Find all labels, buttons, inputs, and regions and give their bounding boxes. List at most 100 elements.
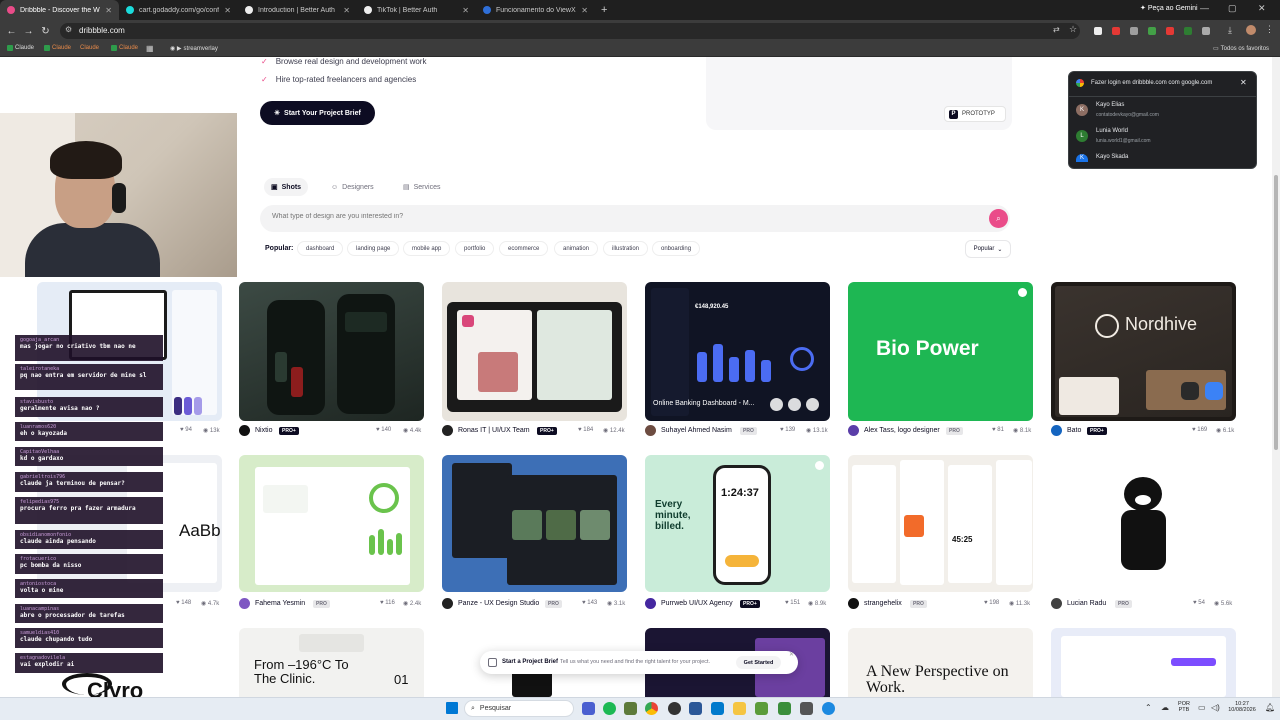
chevron-up-icon[interactable]: ⌃: [1145, 703, 1152, 712]
obs-icon[interactable]: [668, 702, 681, 715]
avatar[interactable]: [848, 425, 859, 436]
translate-icon[interactable]: ⇄: [1053, 25, 1060, 34]
file-explorer-icon[interactable]: [733, 702, 746, 715]
avatar[interactable]: [645, 425, 656, 436]
volume-icon[interactable]: ◁): [1211, 703, 1220, 712]
shot-card[interactable]: €148,920.45 Online Banking Dashboard - M…: [645, 282, 830, 421]
tab-designers[interactable]: ☺ Designers: [331, 181, 374, 193]
close-icon[interactable]: ✕: [789, 651, 794, 658]
sort-dropdown[interactable]: Popular ⌄: [965, 240, 1011, 258]
new-tab-button[interactable]: +: [595, 4, 613, 16]
tab-shots[interactable]: ▣ Shots: [271, 181, 301, 193]
app-icon[interactable]: [800, 702, 813, 715]
bookmark-claude[interactable]: Claude: [7, 45, 34, 51]
bookmark-claude[interactable]: Claude: [80, 45, 99, 51]
app-icon[interactable]: [689, 702, 702, 715]
chip-illustration[interactable]: illustration: [603, 241, 649, 256]
spotify-icon[interactable]: [603, 702, 616, 715]
avatar[interactable]: [645, 598, 656, 609]
designer-name[interactable]: Ronas IT | UI/UX Team: [458, 427, 530, 434]
designer-name[interactable]: Fahema Yesmin: [255, 600, 305, 607]
close-icon[interactable]: ✕: [1240, 78, 1247, 87]
tab-godaddy[interactable]: cart.godaddy.com/go/confirm ✕: [119, 0, 238, 20]
menu-icon[interactable]: ⋮: [1265, 24, 1274, 35]
shot-card[interactable]: Nordhive: [1051, 282, 1236, 421]
site-info-icon[interactable]: ⚙: [65, 25, 72, 34]
scrollbar-thumb[interactable]: [1274, 175, 1278, 450]
teams-icon[interactable]: [582, 702, 595, 715]
heart-icon[interactable]: [806, 398, 819, 411]
notification-icon[interactable]: 🔔︎: [1265, 703, 1275, 712]
star-icon[interactable]: ☆: [1069, 24, 1077, 35]
designer-name[interactable]: Bato: [1067, 427, 1081, 434]
chip-portfolio[interactable]: portfolio: [455, 241, 495, 256]
maximize-icon[interactable]: ▢: [1228, 3, 1237, 14]
tab-viewx[interactable]: Funcionamento do ViewX ✕: [476, 0, 595, 20]
taskbar-search[interactable]: ⌕ Pesquisar: [464, 700, 574, 717]
gemini-button[interactable]: ✦ Peça ao Gemini: [1140, 4, 1198, 12]
bookmark-claude[interactable]: Claude: [111, 45, 138, 51]
shot-card[interactable]: Bio Power: [848, 282, 1033, 421]
designer-name[interactable]: Panze - UX Design Studio: [458, 600, 539, 607]
designer-name[interactable]: Suhayel Ahmed Nasim: [661, 427, 732, 434]
close-window-icon[interactable]: ✕: [1258, 3, 1266, 14]
shot-card[interactable]: [239, 455, 424, 592]
address-bar[interactable]: [60, 23, 1080, 39]
extension-icon[interactable]: [1184, 27, 1192, 35]
reload-icon[interactable]: ↻: [37, 26, 54, 37]
avatar[interactable]: [848, 598, 859, 609]
shot-card[interactable]: [1051, 455, 1236, 592]
shot-card[interactable]: 45:25: [848, 455, 1033, 592]
chip-onboarding[interactable]: onboarding: [652, 241, 701, 256]
download-icon[interactable]: ⤓: [1228, 25, 1232, 36]
tab-better-auth[interactable]: Introduction | Better Auth ✕: [238, 0, 357, 20]
network-icon[interactable]: ▭: [1198, 703, 1206, 712]
designer-name[interactable]: Nixtio: [255, 427, 273, 434]
chip-landing-page[interactable]: landing page: [347, 241, 400, 256]
close-icon[interactable]: ✕: [224, 6, 231, 15]
extension-icon[interactable]: [1130, 27, 1138, 35]
all-favorites-folder[interactable]: ▭ Todos os favoritos: [1213, 45, 1269, 53]
vscode-icon[interactable]: [711, 702, 724, 715]
windows-start-icon[interactable]: [446, 702, 458, 714]
account-name[interactable]: Lunia World: [1096, 128, 1128, 134]
minecraft-icon[interactable]: [755, 702, 768, 715]
designer-name[interactable]: Purrweb UI/UX Agency: [661, 600, 733, 607]
minimize-icon[interactable]: —: [1200, 3, 1209, 13]
shot-card[interactable]: [1051, 628, 1236, 697]
extension-icon[interactable]: [1094, 27, 1102, 35]
app-icon[interactable]: [778, 702, 791, 715]
avatar[interactable]: L: [1076, 130, 1088, 142]
get-started-button[interactable]: Get Started: [736, 656, 781, 669]
search-button[interactable]: ⌕: [989, 209, 1008, 228]
extension-icon[interactable]: [1166, 27, 1174, 35]
apps-grid-icon[interactable]: ▦: [146, 44, 154, 53]
close-icon[interactable]: ✕: [105, 6, 112, 15]
cloud-icon[interactable]: ☁: [1161, 703, 1169, 712]
app-icon[interactable]: [822, 702, 835, 715]
avatar[interactable]: [1051, 598, 1062, 609]
forward-icon[interactable]: →: [20, 26, 37, 37]
shot-card[interactable]: A New Perspective on Work.: [848, 628, 1033, 697]
search-input[interactable]: [272, 213, 872, 220]
account-email[interactable]: contatodevkayo@gmail.com: [1096, 112, 1159, 118]
chip-ecommerce[interactable]: ecommerce: [499, 241, 549, 256]
shot-card[interactable]: [239, 282, 424, 421]
account-email[interactable]: lunia.world1@gmail.com: [1096, 138, 1151, 144]
bookmark-streamverlay[interactable]: ◉ ▶ streamverlay: [170, 45, 218, 53]
shot-card[interactable]: From –196°C To The Clinic. 01: [239, 628, 424, 697]
avatar[interactable]: [442, 425, 453, 436]
close-icon[interactable]: ✕: [343, 6, 350, 15]
chip-animation[interactable]: animation: [554, 241, 599, 256]
tab-dribbble[interactable]: Dribbble - Discover the World's ✕: [0, 0, 119, 20]
account-name[interactable]: Kayo Skada: [1096, 154, 1128, 160]
designer-name[interactable]: Alex Tass, logo designer: [864, 427, 940, 434]
extension-icon[interactable]: [1112, 27, 1120, 35]
avatar[interactable]: [239, 598, 250, 609]
start-project-brief-button[interactable]: ✳ Start Your Project Brief: [260, 101, 375, 125]
clock[interactable]: 10:27 10/08/2026: [1226, 701, 1258, 713]
close-icon[interactable]: ✕: [462, 6, 469, 15]
tab-tiktok-better-auth[interactable]: TikTok | Better Auth ✕: [357, 0, 476, 20]
chip-mobile-app[interactable]: mobile app: [403, 241, 451, 256]
account-name[interactable]: Kayo Elias: [1096, 102, 1124, 108]
